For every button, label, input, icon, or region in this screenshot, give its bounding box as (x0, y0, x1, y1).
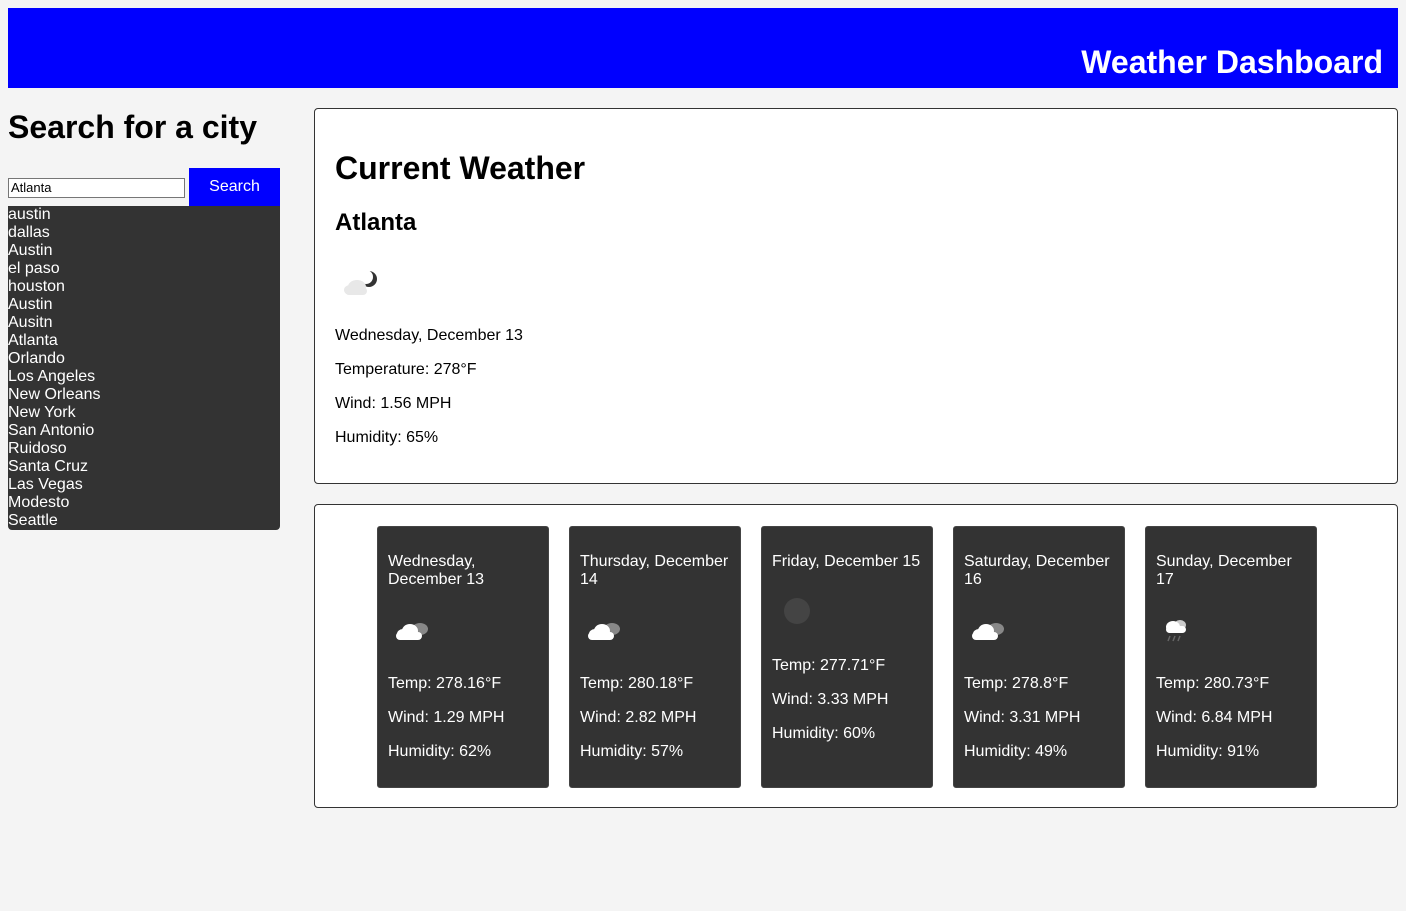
forecast-temp: Temp: 277.71°F (772, 657, 886, 674)
forecast-humidity: Humidity: 60% (772, 725, 876, 742)
forecast-date: Thursday, December 14 (580, 553, 729, 588)
current-wind: Wind: 1.56 MPH (335, 395, 452, 412)
page-title: Weather Dashboard (1081, 44, 1383, 80)
search-history-list: austin dallas Austin el paso houston Aus… (8, 206, 280, 530)
forecast-date: Sunday, December 17 (1156, 553, 1292, 588)
history-item[interactable]: Austin (8, 296, 280, 314)
history-item[interactable]: dallas (8, 224, 280, 242)
broken-clouds-icon (962, 607, 1012, 657)
forecast-card: Friday, December 15 Temp: 277.71°F Wind:… (761, 526, 933, 788)
search-button[interactable]: Search (189, 168, 280, 206)
history-item[interactable]: Las Vegas (8, 476, 280, 494)
forecast-temp: Temp: 280.73°F (1156, 675, 1270, 692)
history-item[interactable]: Seattle (8, 512, 280, 530)
forecast-panel: Wednesday, December 13 Temp: 278.16°F Wi… (314, 504, 1398, 808)
history-item[interactable]: San Antonio (8, 422, 280, 440)
current-date: Wednesday, December 13 (335, 327, 523, 344)
forecast-date: Wednesday, December 13 (388, 553, 485, 588)
forecast-temp: Temp: 280.18°F (580, 675, 694, 692)
forecast-temp: Temp: 278.8°F (964, 675, 1069, 692)
forecast-wind: Wind: 2.82 MPH (580, 709, 697, 726)
history-item[interactable]: Santa Cruz (8, 458, 280, 476)
history-item[interactable]: houston (8, 278, 280, 296)
history-item[interactable]: Atlanta (8, 332, 280, 350)
forecast-card: Thursday, December 14 Temp: 280.18°F Win… (569, 526, 741, 788)
broken-clouds-icon (578, 607, 628, 657)
night-cloud-icon (337, 259, 387, 309)
forecast-wind: Wind: 6.84 MPH (1156, 709, 1273, 726)
history-item[interactable]: New York (8, 404, 280, 422)
broken-clouds-icon (386, 607, 436, 657)
search-row: Search (8, 168, 280, 206)
forecast-humidity: Humidity: 91% (1156, 743, 1260, 760)
current-weather-panel: Current Weather Atlanta Wednesday, Decem… (314, 108, 1398, 484)
forecast-humidity: Humidity: 49% (964, 743, 1068, 760)
current-humidity: Humidity: 65% (335, 429, 439, 446)
current-temperature: Temperature: 278°F (335, 361, 477, 378)
history-item[interactable]: Austin (8, 242, 280, 260)
forecast-humidity: Humidity: 62% (388, 743, 492, 760)
search-heading: Search for a city (8, 109, 257, 145)
forecast-wind: Wind: 3.31 MPH (964, 709, 1081, 726)
header-bar: Weather Dashboard (8, 8, 1398, 88)
sidebar: Search for a city Search austin dallas A… (8, 108, 280, 530)
forecast-wind: Wind: 3.33 MPH (772, 691, 889, 708)
forecast-date: Saturday, December 16 (964, 553, 1110, 588)
forecast-humidity: Humidity: 57% (580, 743, 684, 760)
history-item[interactable]: New Orleans (8, 386, 280, 404)
history-item[interactable]: Modesto (8, 494, 280, 512)
history-item[interactable]: el paso (8, 260, 280, 278)
history-item[interactable]: austin (8, 206, 280, 224)
forecast-card: Sunday, December 17 Temp: 280.73°F Wind:… (1145, 526, 1317, 788)
history-item[interactable]: Ruidoso (8, 440, 280, 458)
history-item[interactable]: Orlando (8, 350, 280, 368)
forecast-temp: Temp: 278.16°F (388, 675, 502, 692)
history-item[interactable]: Ausitn (8, 314, 280, 332)
clear-night-icon (770, 589, 820, 639)
forecast-wind: Wind: 1.29 MPH (388, 709, 505, 726)
rain-cloud-icon (1154, 607, 1204, 657)
history-item[interactable]: Los Angeles (8, 368, 280, 386)
forecast-card: Wednesday, December 13 Temp: 278.16°F Wi… (377, 526, 549, 788)
current-city-name: Atlanta (335, 209, 417, 236)
current-weather-heading: Current Weather (335, 150, 586, 186)
forecast-date: Friday, December 15 (772, 553, 921, 570)
forecast-card: Saturday, December 16 Temp: 278.8°F Wind… (953, 526, 1125, 788)
search-input[interactable] (8, 178, 185, 198)
